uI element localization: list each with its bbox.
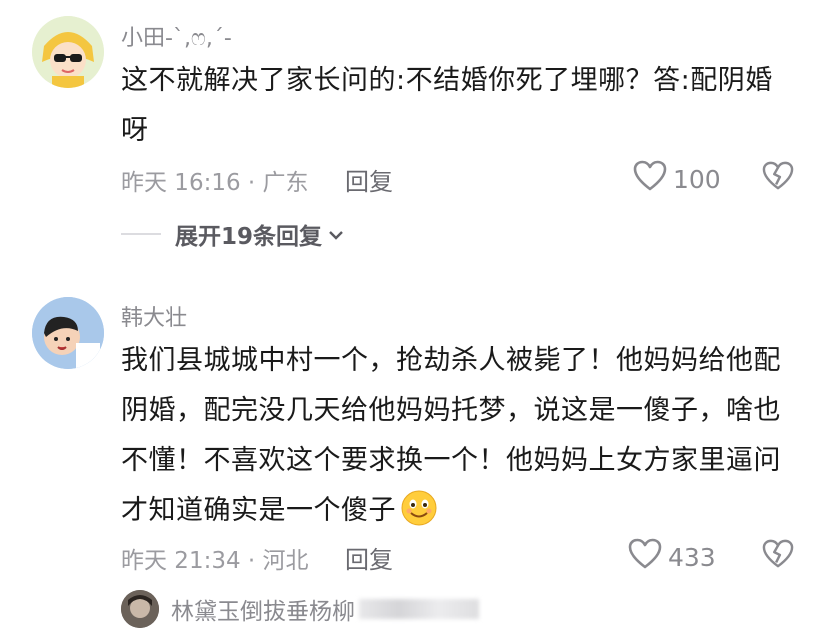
comment-username[interactable]: 小田-ˋ,ෆ,ˊ- — [121, 20, 232, 52]
comment-text: 我们县城城中村一个，抢劫杀人被毙了！他妈妈给他配阴婚，配完没几天给他妈妈托梦，说… — [121, 336, 786, 536]
like-button[interactable]: 100 — [633, 160, 721, 198]
dislike-button[interactable] — [762, 161, 794, 195]
sub-reply-username[interactable]: 林黛玉倒拔垂杨柳 — [171, 592, 355, 626]
heart-icon — [633, 160, 667, 198]
dislike-button[interactable] — [762, 539, 794, 573]
comment-time-location: 昨天 16:16 · 广东 — [121, 170, 309, 196]
blur-overlay — [359, 599, 479, 619]
divider-line — [121, 233, 161, 235]
like-count: 100 — [673, 164, 721, 194]
reply-button[interactable]: 回复 — [345, 162, 393, 197]
expand-replies-button[interactable]: 展开19条回复 — [121, 217, 344, 251]
comment-text: 这不就解决了家长问的:不结婚你死了埋哪？答:配阴婚呀 — [121, 65, 773, 146]
sub-reply-item[interactable]: 林黛玉倒拔垂杨柳 — [121, 590, 479, 628]
comment-text-content: 我们县城城中村一个，抢劫杀人被毙了！他妈妈给他配阴婚，配完没几天给他妈妈托梦，说… — [121, 345, 781, 526]
like-button[interactable]: 433 — [628, 538, 716, 576]
like-count: 433 — [668, 542, 716, 572]
avatar[interactable] — [32, 16, 104, 88]
comment-time-location: 昨天 21:34 · 河北 — [121, 548, 309, 574]
broken-heart-icon — [762, 539, 794, 573]
avatar[interactable] — [32, 297, 104, 369]
chevron-down-icon — [328, 221, 344, 247]
broken-heart-icon — [762, 161, 794, 195]
comment-username[interactable]: 韩大壮 — [121, 300, 187, 332]
avatar[interactable] — [121, 590, 159, 628]
reply-button[interactable]: 回复 — [345, 540, 393, 575]
expand-replies-label: 展开19条回复 — [175, 224, 323, 250]
smile-emoji-icon — [400, 489, 438, 527]
heart-icon — [628, 538, 662, 576]
